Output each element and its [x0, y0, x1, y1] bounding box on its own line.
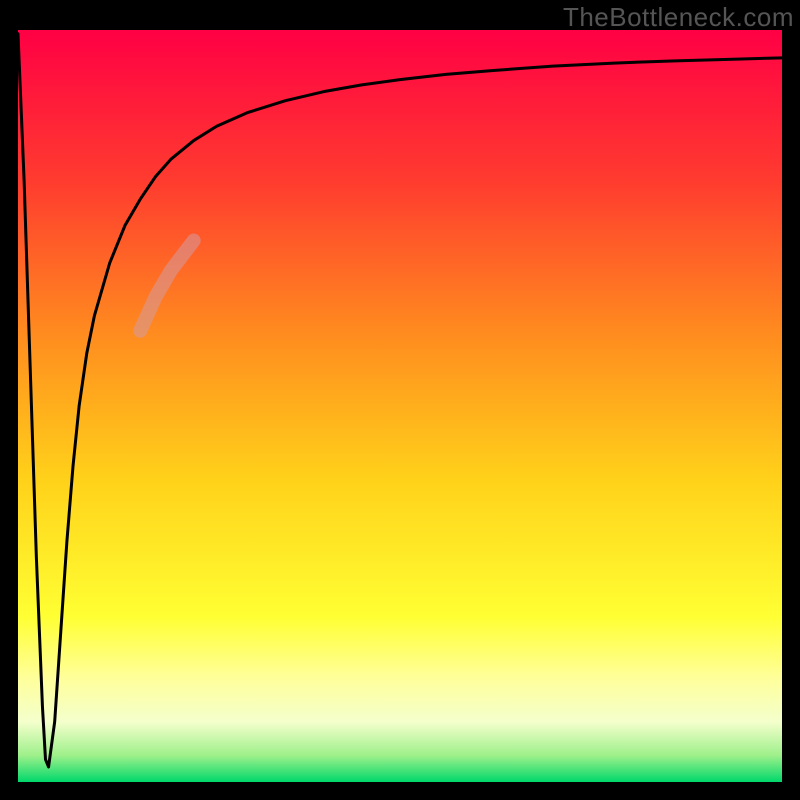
watermark-text: TheBottleneck.com: [563, 2, 794, 33]
plot-background: [18, 30, 782, 782]
chart-container: TheBottleneck.com: [0, 0, 800, 800]
bottleneck-chart: [0, 0, 800, 800]
